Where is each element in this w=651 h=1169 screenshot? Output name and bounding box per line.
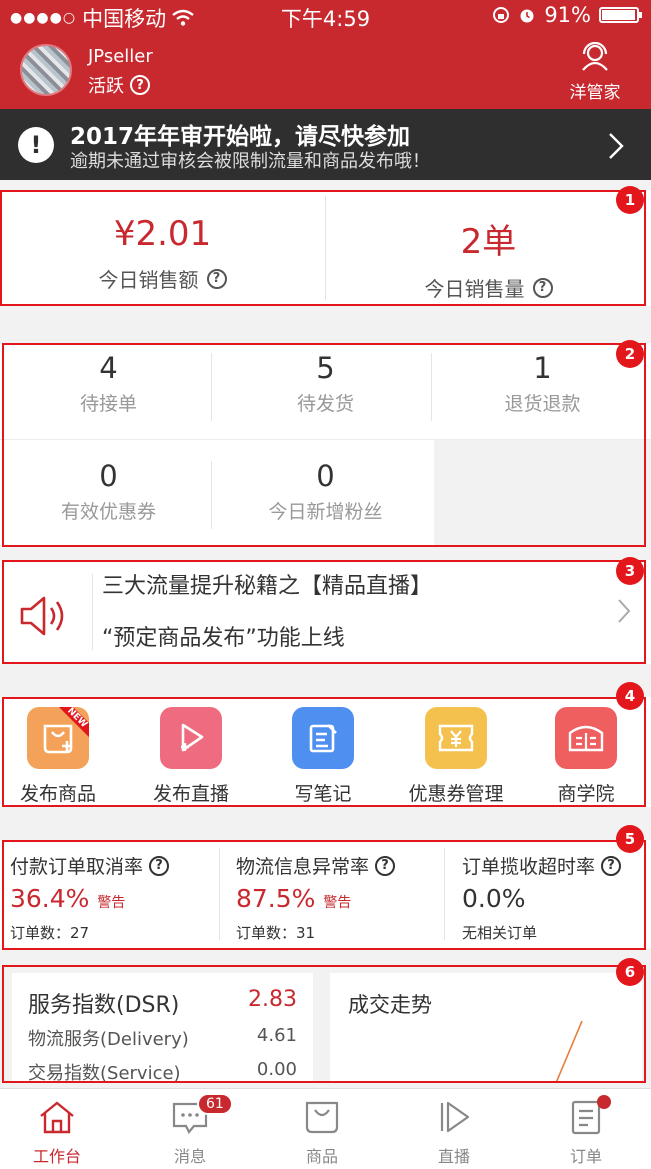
status-bar: ●●●●○ 中国移动 下午4:59 91% [0, 0, 651, 32]
annotation-box [2, 697, 646, 807]
tab-workbench[interactable]: 工作台 [0, 1099, 122, 1167]
tab-label: 工作台 [32, 1147, 81, 1166]
battery-icon [599, 7, 642, 23]
tab-products[interactable]: 商品 [257, 1099, 387, 1167]
live-icon [440, 1101, 470, 1133]
chevron-right-icon [607, 131, 625, 168]
status-right: 91% [492, 3, 642, 27]
seller-name: JPseller [88, 46, 153, 67]
tab-label: 商品 [305, 1147, 338, 1166]
battery-percent: 91% [544, 3, 591, 27]
tab-orders[interactable]: 订单 [521, 1095, 651, 1167]
tab-label: 直播 [437, 1147, 470, 1166]
notice-title: 2017年年审开始啦，请尽快参加 [70, 124, 411, 150]
avatar[interactable] [20, 44, 72, 96]
tab-label: 消息 [173, 1147, 206, 1166]
notification-dot [597, 1095, 611, 1109]
notice-banner[interactable]: ! 2017年年审开始啦，请尽快参加 逾期未通过审核会被限制流量和商品发布哦！ [0, 109, 651, 180]
annotation-marker: 4 [616, 682, 644, 710]
notice-subtitle: 逾期未通过审核会被限制流量和商品发布哦！ [70, 151, 430, 172]
alarm-icon [520, 9, 534, 23]
help-icon[interactable]: ? [130, 75, 150, 95]
seller-status: 活跃 ? [88, 72, 150, 98]
annotation-box [2, 343, 646, 547]
tab-bar: 工作台 61 消息 商品 直播 订单 [0, 1088, 651, 1169]
tab-live[interactable]: 直播 [389, 1099, 519, 1167]
annotation-box [0, 190, 646, 306]
butler-button[interactable]: 洋管家 [565, 41, 625, 103]
home-icon [40, 1101, 74, 1134]
annotation-marker: 1 [616, 186, 644, 214]
rotation-lock-icon [493, 7, 510, 23]
seller-status-label: 活跃 [88, 76, 124, 97]
unread-badge: 61 [197, 1093, 233, 1115]
annotation-box [2, 840, 646, 950]
annotation-marker: 2 [616, 340, 644, 368]
annotation-box [2, 560, 646, 664]
app-header: JPseller 活跃 ? 洋管家 [0, 32, 651, 109]
exclamation-icon: ! [18, 127, 54, 163]
annotation-marker: 6 [616, 958, 644, 986]
butler-label: 洋管家 [569, 83, 621, 103]
headset-icon [582, 41, 608, 71]
tab-label: 订单 [569, 1147, 602, 1166]
annotation-box [2, 965, 646, 1083]
annotation-marker: 3 [616, 557, 644, 585]
tab-messages[interactable]: 61 消息 [125, 1093, 255, 1167]
bag-icon [305, 1101, 339, 1134]
annotation-marker: 5 [616, 825, 644, 853]
